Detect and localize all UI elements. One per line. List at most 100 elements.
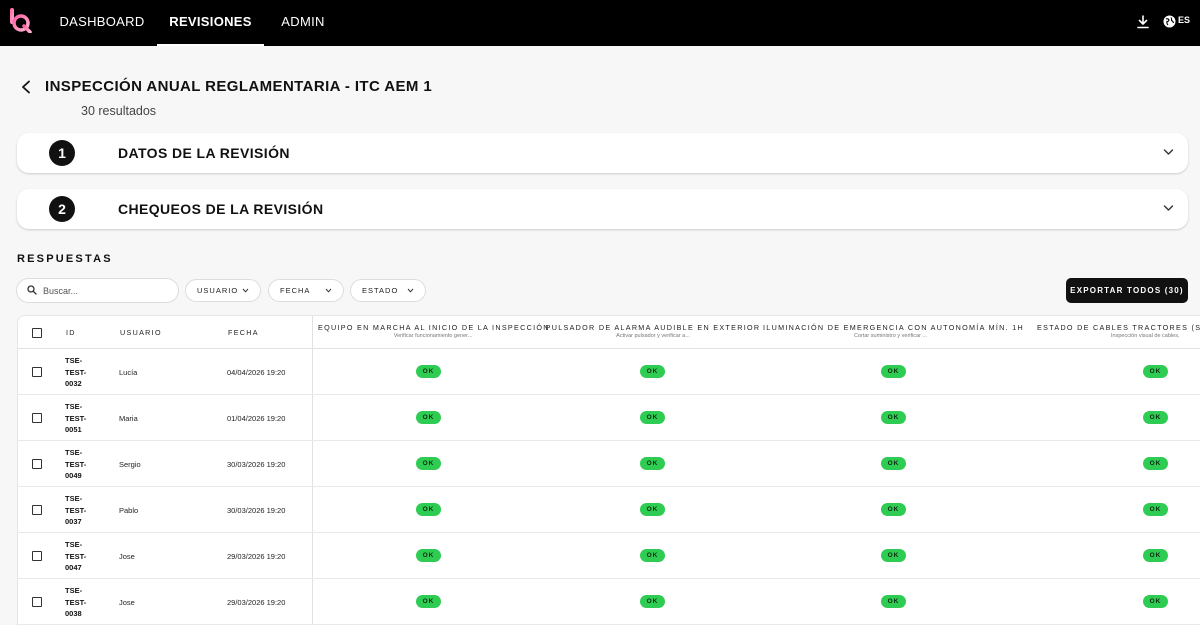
status-badge: OK [640, 549, 665, 562]
status-badge: OK [416, 595, 441, 608]
status-badge: OK [640, 457, 665, 470]
filter-estado[interactable]: ESTADO [351, 280, 425, 301]
table-header: ID USUARIO FECHA EQUIPO EN MARCHA AL INI… [18, 316, 1200, 349]
status-badge: OK [640, 365, 665, 378]
section-number-badge: 2 [49, 196, 75, 222]
row-user: Sergio [119, 460, 141, 469]
column-header-usuario[interactable]: USUARIO [120, 328, 162, 337]
row-checkbox[interactable] [32, 551, 42, 561]
row-date: 29/03/2026 19:20 [227, 598, 286, 607]
row-user: Jose [119, 598, 135, 607]
chevron-left-icon[interactable] [20, 80, 32, 94]
filter-label: USUARIO [197, 286, 239, 295]
table-row[interactable]: TSE-TEST-0049 Sergio 30/03/2026 19:20 OK OK O… [18, 441, 1200, 487]
filter-fecha[interactable]: FECHA [269, 280, 343, 301]
section-chequeos-revision[interactable]: 2 CHEQUEOS DE LA REVISIÓN [17, 189, 1188, 229]
column-header-check-1[interactable]: EQUIPO EN MARCHA AL INICIO DE LA INSPECC… [318, 323, 548, 332]
search-box[interactable] [17, 279, 178, 302]
globe-icon[interactable] [1163, 15, 1176, 28]
row-user: Maria [119, 414, 138, 423]
filter-label: ESTADO [362, 286, 399, 295]
row-id[interactable]: TSE-TEST-0038 [65, 585, 95, 620]
status-badge: OK [640, 411, 665, 424]
section-title: CHEQUEOS DE LA REVISIÓN [118, 201, 324, 217]
filter-label: FECHA [280, 286, 311, 295]
status-badge: OK [881, 549, 906, 562]
export-all-button[interactable]: EXPORTAR TODOS (30) [1066, 278, 1188, 303]
results-count: 30 resultados [81, 104, 157, 118]
row-user: Lucía [119, 368, 138, 377]
row-user: Jose [119, 552, 135, 561]
status-badge: OK [881, 503, 906, 516]
search-icon [27, 285, 37, 295]
table-row[interactable]: TSE-TEST-0038 Jose 29/03/2026 19:20 OK OK OK O… [18, 579, 1200, 625]
table-row[interactable]: TSE-TEST-0047 Jose 29/03/2026 19:20 OK OK OK O… [18, 533, 1200, 579]
column-header-fecha[interactable]: FECHA [228, 328, 259, 337]
row-id[interactable]: TSE-TEST-0049 [65, 447, 95, 482]
column-subtitle-check-1: Verificar funcionamiento gener... [393, 333, 473, 339]
status-badge: OK [881, 411, 906, 424]
status-badge: OK [640, 503, 665, 516]
language-selector[interactable]: ES [1178, 15, 1190, 25]
nav-tab-dashboard[interactable]: DASHBOARD [47, 0, 157, 46]
responses-heading: RESPUESTAS [17, 253, 113, 265]
nav-tab-admin[interactable]: ADMIN [264, 0, 342, 46]
row-id[interactable]: TSE-TEST-0032 [65, 355, 95, 390]
row-date: 30/03/2026 19:20 [227, 506, 286, 515]
table-row[interactable]: TSE-TEST-0032 Lucía 04/04/2026 19:20 OK OK OK… [18, 349, 1200, 395]
section-title: DATOS DE LA REVISIÓN [118, 145, 290, 161]
chevron-down-icon [407, 288, 414, 293]
status-badge: OK [1143, 595, 1168, 608]
column-subtitle-check-3: Cortar suministro y verificar ... [853, 333, 928, 339]
status-badge: OK [881, 595, 906, 608]
status-badge: OK [1143, 457, 1168, 470]
column-header-check-3[interactable]: ILUMINACIÓN DE EMERGENCIA CON AUTONOMÍA … [763, 323, 1023, 332]
page-title: INSPECCIÓN ANUAL REGLAMENTARIA - ITC AEM… [45, 78, 433, 95]
row-id[interactable]: TSE-TEST-0037 [65, 493, 95, 528]
status-badge: OK [416, 503, 441, 516]
section-number-badge: 1 [49, 140, 75, 166]
top-navbar: DASHBOARD REVISIONES ADMIN ES [0, 0, 1200, 46]
status-badge: OK [416, 457, 441, 470]
row-date: 30/03/2026 19:20 [227, 460, 286, 469]
row-checkbox[interactable] [32, 367, 42, 377]
row-user: Pablo [119, 506, 139, 515]
chevron-down-icon [325, 288, 332, 293]
status-badge: OK [416, 549, 441, 562]
row-date: 04/04/2026 19:20 [227, 368, 286, 377]
row-checkbox[interactable] [32, 413, 42, 423]
column-header-check-2[interactable]: PULSADOR DE ALARMA AUDIBLE EN EXTERIOR [543, 323, 763, 332]
status-badge: OK [1143, 411, 1168, 424]
row-id[interactable]: TSE-TEST-0051 [65, 401, 95, 436]
row-checkbox[interactable] [32, 459, 42, 469]
table-row[interactable]: TSE-TEST-0051 Maria 01/04/2026 19:20 OK OK OK… [18, 395, 1200, 441]
chevron-down-icon [242, 288, 249, 293]
status-badge: OK [416, 365, 441, 378]
row-checkbox[interactable] [32, 597, 42, 607]
status-badge: OK [1143, 503, 1168, 516]
column-header-check-4[interactable]: ESTADO DE CABLES TRACTORES (SIN [1037, 323, 1200, 332]
status-badge: OK [1143, 365, 1168, 378]
filter-usuario[interactable]: USUARIO [186, 280, 260, 301]
brand-logo-icon[interactable] [9, 7, 33, 33]
status-badge: OK [640, 595, 665, 608]
nav-tab-revisiones[interactable]: REVISIONES [157, 0, 264, 46]
responses-table: ID USUARIO FECHA EQUIPO EN MARCHA AL INI… [17, 315, 1200, 625]
search-input[interactable] [43, 282, 171, 299]
row-id[interactable]: TSE-TEST-0047 [65, 539, 95, 574]
row-checkbox[interactable] [32, 505, 42, 515]
status-badge: OK [881, 457, 906, 470]
status-badge: OK [881, 365, 906, 378]
column-subtitle-check-2: Activar pulsador y verificar a... [616, 333, 690, 339]
column-subtitle-check-4: Inspección visual de cables, [1111, 333, 1180, 339]
download-icon[interactable] [1136, 15, 1150, 29]
select-all-checkbox[interactable] [32, 328, 42, 338]
section-datos-revision[interactable]: 1 DATOS DE LA REVISIÓN [17, 133, 1188, 173]
chevron-down-icon[interactable] [1163, 148, 1174, 156]
row-date: 01/04/2026 19:20 [227, 414, 286, 423]
column-header-id[interactable]: ID [66, 328, 76, 337]
row-date: 29/03/2026 19:20 [227, 552, 286, 561]
chevron-down-icon[interactable] [1163, 204, 1174, 212]
table-row[interactable]: TSE-TEST-0037 Pablo 30/03/2026 19:20 OK OK OK… [18, 487, 1200, 533]
status-badge: OK [416, 411, 441, 424]
